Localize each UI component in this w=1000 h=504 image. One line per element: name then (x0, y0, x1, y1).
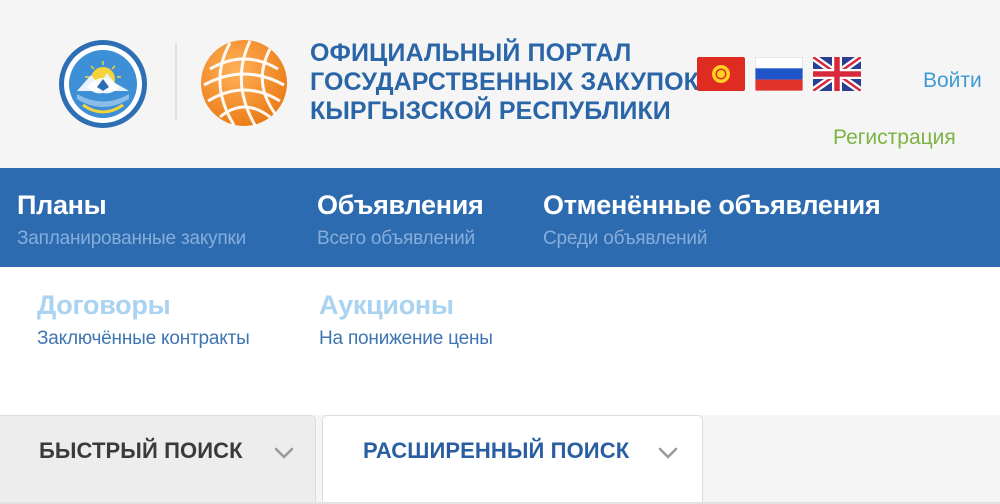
kyrgyz-flag-icon[interactable] (697, 57, 745, 91)
procurement-globe-logo[interactable] (200, 39, 288, 127)
english-flag-icon[interactable] (813, 57, 861, 91)
nav-item-title: Объявления (317, 190, 484, 220)
tab-label: РАСШИРЕННЫЙ ПОИСК (363, 438, 630, 463)
nav-item-announcements[interactable]: Объявления Всего объявлений (317, 189, 484, 251)
register-link[interactable]: Регистрация (833, 126, 956, 150)
nav-item-subtitle: Запланированные закупки (17, 228, 247, 249)
portal-title-line-3: КЫРГЫЗСКОЙ РЕСПУБЛИКИ (310, 97, 671, 125)
portal-title-line-1: ОФИЦИАЛЬНЫЙ ПОРТАЛ (310, 39, 632, 67)
main-nav: Планы Запланированные закупки Объявления… (0, 168, 1000, 267)
chevron-down-icon (658, 447, 678, 459)
language-switcher (697, 57, 861, 91)
chevron-down-icon (274, 447, 294, 459)
nav-item-subtitle: Среди объявлений (543, 228, 708, 249)
nav-item-title: Планы (17, 190, 107, 220)
secondary-nav: Договоры Заключённые контракты Аукционы … (0, 267, 1000, 415)
nav-item-title: Аукционы (319, 290, 454, 320)
search-tabs: БЫСТРЫЙ ПОИСК РАСШИРЕННЫЙ ПОИСК (0, 415, 1000, 504)
nav-item-auctions[interactable]: Аукционы На понижение цены (319, 289, 493, 351)
header-divider (175, 44, 177, 120)
tab-advanced-search[interactable]: РАСШИРЕННЫЙ ПОИСК (322, 415, 703, 504)
login-link[interactable]: Войти (923, 69, 982, 93)
russian-flag-icon[interactable] (755, 57, 803, 91)
nav-item-cancelled-announcements[interactable]: Отменённые объявления Среди объявлений (543, 189, 881, 251)
tab-label: БЫСТРЫЙ ПОИСК (39, 438, 243, 463)
portal-title: ОФИЦИАЛЬНЫЙ ПОРТАЛ ГОСУДАРСТВЕННЫХ ЗАКУП… (310, 39, 699, 126)
portal-title-line-2: ГОСУДАРСТВЕННЫХ ЗАКУПОК (310, 68, 699, 96)
nav-item-title: Договоры (37, 290, 171, 320)
nav-item-subtitle: Заключённые контракты (37, 328, 250, 349)
kyrgyz-emblem-logo[interactable] (57, 39, 149, 129)
nav-item-subtitle: Всего объявлений (317, 228, 475, 249)
tab-quick-search[interactable]: БЫСТРЫЙ ПОИСК (0, 415, 316, 504)
nav-item-title: Отменённые объявления (543, 190, 881, 220)
site-header: ОФИЦИАЛЬНЫЙ ПОРТАЛ ГОСУДАРСТВЕННЫХ ЗАКУП… (0, 0, 1000, 168)
nav-item-subtitle: На понижение цены (319, 328, 493, 349)
nav-item-plans[interactable]: Планы Запланированные закупки (17, 189, 246, 251)
nav-item-contracts[interactable]: Договоры Заключённые контракты (37, 289, 250, 351)
